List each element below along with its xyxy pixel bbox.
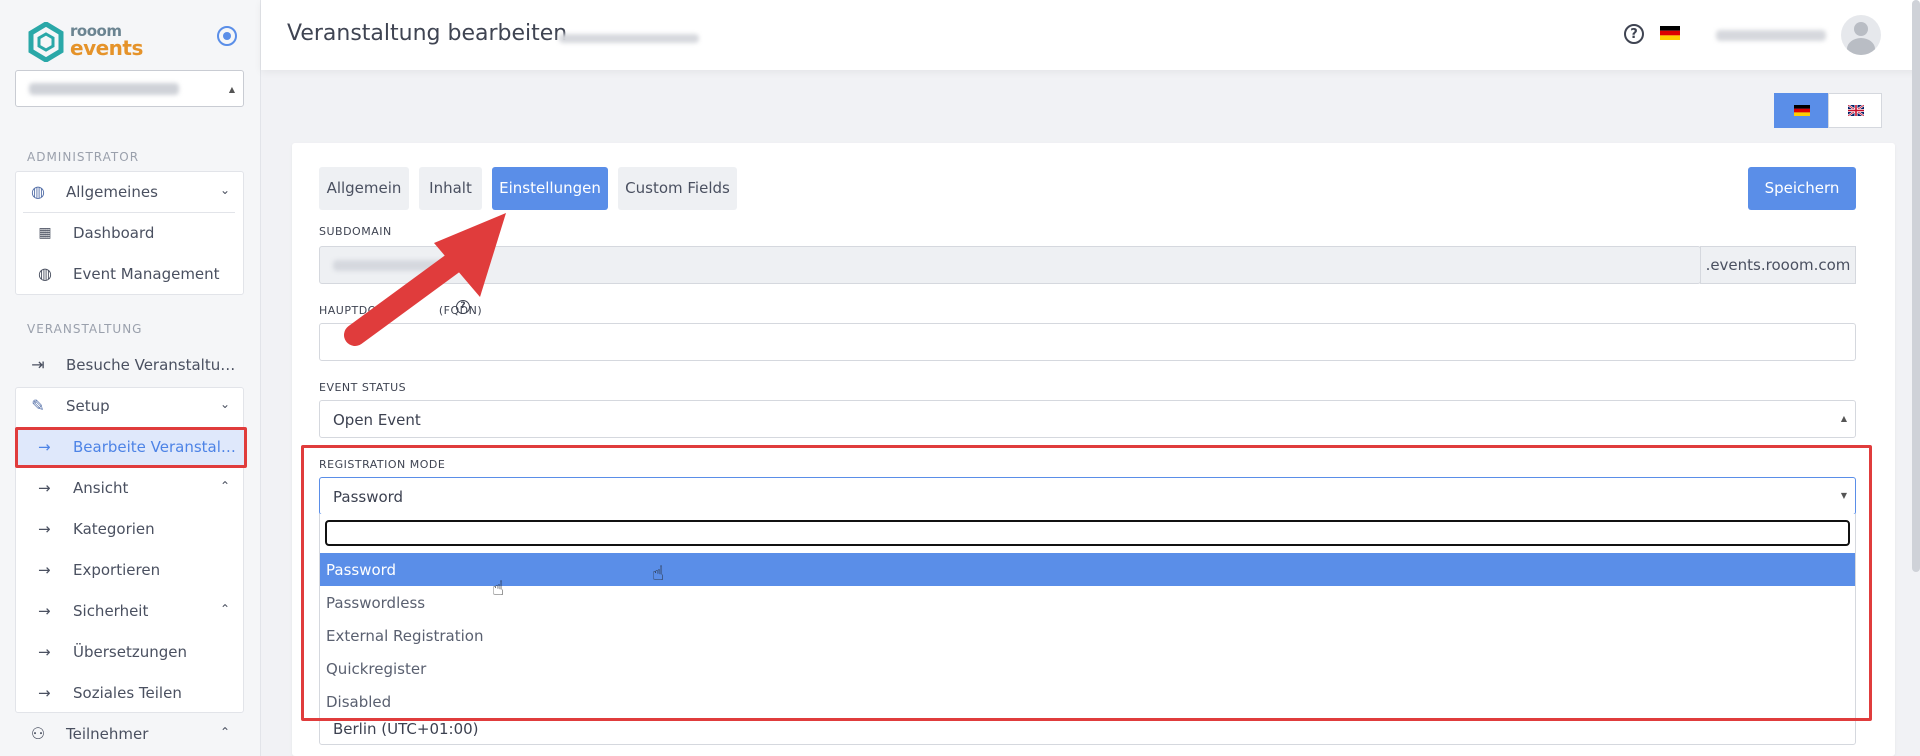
event-status-value: Open Event [333, 411, 421, 429]
sidebar-item-label: Teilnehmer [66, 725, 149, 743]
event-status-label: EVENT STATUS [319, 381, 407, 394]
sidebar-item-exportieren[interactable]: → Exportieren [0, 550, 261, 590]
tab-einstellungen[interactable]: Einstellungen [492, 167, 608, 210]
sidebar-item-label: Besuche Veranstaltu… [66, 356, 236, 374]
globe-icon: ◍ [31, 182, 45, 201]
arrow-right-icon: → [38, 643, 51, 661]
sidebar-item-event-management[interactable]: ◍ Event Management [0, 254, 261, 294]
chevron-down-icon: ⌄ [220, 183, 231, 197]
chevron-up-icon: ⌃ [220, 725, 231, 739]
subdomain-suffix: .events.rooom.com [1700, 246, 1856, 284]
blurred-event-name [559, 34, 699, 43]
logo-hexagon-icon [28, 21, 64, 63]
chevron-up-icon: ⌃ [220, 602, 231, 616]
sidebar-item-setup[interactable]: ✎ Setup ⌄ [0, 386, 261, 426]
arrow-right-icon: → [38, 520, 51, 538]
avatar[interactable] [1841, 15, 1881, 55]
annotation-highlight [301, 445, 1872, 721]
chevron-down-icon: ⌄ [220, 397, 231, 411]
sidebar: rooom events ▲ ADMINISTRATOR ◍ Allgemein… [0, 0, 261, 756]
help-icon[interactable]: ? [1624, 24, 1644, 44]
tab-custom-fields[interactable]: Custom Fields [618, 167, 737, 210]
sidebar-item-besuche[interactable]: ⇥ Besuche Veranstaltu… [0, 345, 261, 385]
hand-cursor-icon: ☝ [492, 576, 505, 600]
sidebar-item-uebersetzungen[interactable]: → Übersetzungen [0, 632, 261, 672]
hand-cursor-icon: ☝ [652, 561, 665, 585]
save-button[interactable]: Speichern [1748, 167, 1856, 210]
users-icon: ⚇ [30, 724, 46, 743]
section-event: VERANSTALTUNG [27, 322, 143, 336]
arrow-right-icon: → [38, 684, 51, 702]
sidebar-item-label: Soziales Teilen [73, 684, 182, 702]
top-header: Veranstaltung bearbeiten ? [261, 0, 1920, 70]
arrow-right-icon: → [38, 561, 51, 579]
sidebar-item-label: Übersetzungen [73, 643, 187, 661]
tab-inhalt[interactable]: Inhalt [419, 167, 482, 210]
sidebar-item-label: Kategorien [73, 520, 155, 538]
enter-icon: ⇥ [31, 355, 45, 374]
rooom-events-logo[interactable]: rooom events [28, 21, 143, 63]
hauptdomain-input[interactable] [319, 323, 1856, 361]
language-button-en[interactable] [1828, 93, 1882, 128]
select-arrow-icon: ▲ [1840, 414, 1847, 423]
timezone-value: Berlin (UTC+01:00) [333, 720, 479, 738]
sidebar-item-allgemeines[interactable]: ◍ Allgemeines ⌄ [0, 172, 261, 212]
uk-flag-icon [1848, 105, 1864, 116]
sidebar-item-teilnehmer[interactable]: ⚇ Teilnehmer ⌃ [0, 714, 261, 754]
arrow-right-icon: → [38, 602, 51, 620]
globe-icon: ◍ [38, 264, 52, 283]
german-flag-icon[interactable] [1660, 26, 1680, 40]
blurred-user-name[interactable] [1716, 30, 1826, 41]
sidebar-item-label: Dashboard [73, 224, 155, 242]
arrow-right-icon: → [38, 479, 51, 497]
sidebar-item-ansicht[interactable]: → Ansicht ⌃ [0, 468, 261, 508]
language-button-de[interactable] [1774, 93, 1828, 128]
sidebar-item-label: Sicherheit [73, 602, 149, 620]
chevron-up-icon: ⌃ [220, 479, 231, 493]
target-icon[interactable] [217, 26, 237, 46]
pencil-icon: ✎ [31, 396, 45, 415]
sidebar-item-label: Setup [66, 397, 110, 415]
logo-text-events: events [70, 36, 143, 60]
sidebar-item-label: Exportieren [73, 561, 161, 579]
sidebar-item-label: Event Management [73, 265, 220, 283]
page-title: Veranstaltung bearbeiten [287, 21, 568, 46]
subdomain-input[interactable] [319, 246, 1701, 284]
scrollbar[interactable] [1912, 0, 1920, 572]
tab-allgemein[interactable]: Allgemein [319, 167, 409, 210]
blurred-event-name [29, 83, 179, 95]
event-status-select[interactable]: Open Event ▲ [319, 400, 1856, 438]
sidebar-item-sicherheit[interactable]: → Sicherheit ⌃ [0, 591, 261, 631]
sidebar-item-kategorien[interactable]: → Kategorien [0, 509, 261, 549]
dashboard-icon: ▦ [38, 225, 52, 241]
select-arrow-icon: ▲ [228, 85, 235, 94]
sidebar-item-soziales-teilen[interactable]: → Soziales Teilen [0, 673, 261, 713]
annotation-highlight [15, 427, 247, 468]
sidebar-item-label: Allgemeines [66, 183, 158, 201]
sidebar-item-dashboard[interactable]: ▦ Dashboard [0, 213, 261, 253]
annotation-arrow-icon [344, 213, 506, 346]
sidebar-item-label: Ansicht [73, 479, 129, 497]
german-flag-icon [1794, 105, 1810, 116]
event-selector[interactable]: ▲ [15, 70, 244, 107]
section-admin: ADMINISTRATOR [27, 150, 140, 164]
